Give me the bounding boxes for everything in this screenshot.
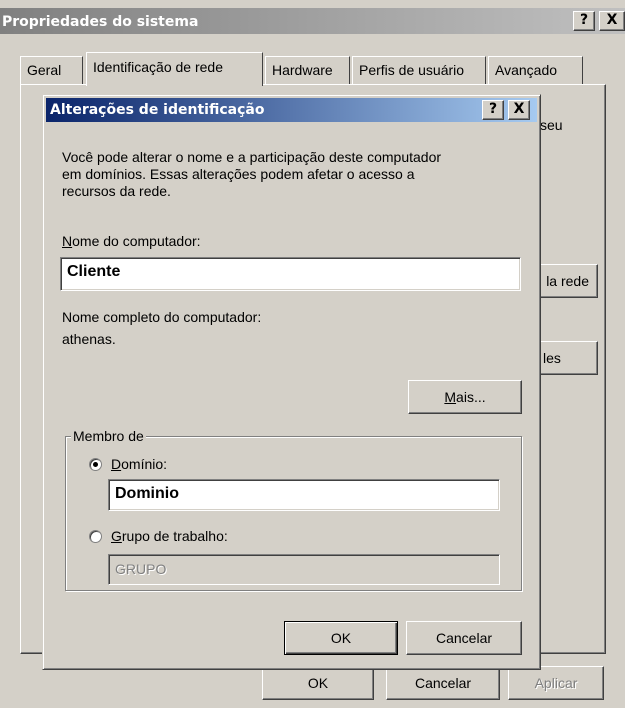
full-name-label: Nome completo do computador: [62, 309, 262, 325]
dialog-ok-label: OK [330, 630, 352, 646]
window-ok-label: OK [307, 675, 329, 691]
computer-name-input[interactable]: Cliente [60, 257, 521, 291]
workgroup-label: Grupo de trabalho: [111, 528, 228, 545]
computer-name-label-text: ome do computador: [72, 233, 201, 249]
domain-label-text: omínio: [121, 456, 168, 472]
properties-button-label: les [543, 350, 561, 366]
description-line-3: recursos da rede. [62, 183, 171, 199]
tab-avancado[interactable]: Avançado [488, 56, 583, 84]
dialog-cancel-button[interactable]: Cancelar [406, 621, 522, 655]
more-button[interactable]: Mais... [408, 380, 522, 414]
tab-hardware[interactable]: Hardware [265, 56, 350, 84]
dialog-help-button[interactable]: ? [482, 100, 504, 120]
window-ok-button[interactable]: OK [262, 666, 374, 700]
full-name-value: athenas. [62, 331, 116, 347]
more-button-label: ais... [456, 389, 486, 405]
more-button-accesskey: M [444, 389, 457, 405]
window-apply-label: Aplicar [534, 675, 578, 691]
window-cancel-label: Cancelar [414, 675, 472, 691]
window-help-button[interactable]: ? [573, 11, 595, 31]
workgroup-accesskey: G [111, 528, 122, 544]
tab-identificacao-de-rede[interactable]: Identificação de rede [86, 52, 263, 86]
domain-input[interactable]: Dominio [108, 479, 500, 511]
domain-radio-dot [93, 462, 98, 467]
window-title: Propriedades do sistema [2, 14, 199, 30]
dialog-title: Alterações de identificação [50, 102, 265, 118]
window-close-button[interactable]: X [599, 11, 625, 31]
workgroup-radio[interactable] [89, 530, 102, 543]
workgroup-input[interactable]: GRUPO [108, 554, 500, 585]
background-text-partial: seu [540, 117, 563, 133]
dialog-cancel-label: Cancelar [435, 630, 493, 646]
domain-radio[interactable] [89, 458, 102, 471]
domain-accesskey: D [111, 456, 122, 472]
tab-perfis-de-usuario[interactable]: Perfis de usuário [352, 56, 486, 84]
dialog-titlebar: Alterações de identificação ? X [46, 98, 537, 122]
domain-label: Domínio: [111, 456, 167, 473]
window-apply-button[interactable]: Aplicar [508, 666, 604, 700]
computer-name-accesskey: N [62, 233, 73, 249]
dialog-ok-button[interactable]: OK [284, 621, 398, 655]
tab-geral[interactable]: Geral [20, 56, 83, 84]
identification-changes-dialog: Alterações de identificação ? X Você pod… [42, 94, 541, 670]
member-of-label: Membro de [71, 428, 146, 444]
description-line-2: em domínios. Essas alterações podem afet… [62, 166, 415, 182]
workgroup-label-text: rupo de trabalho: [121, 528, 228, 544]
computer-name-label: Nome do computador: [62, 233, 201, 250]
network-id-button-label: la rede [546, 273, 589, 289]
dialog-close-button[interactable]: X [508, 100, 530, 120]
description-line-1: Você pode alterar o nome e a participaçã… [62, 149, 442, 165]
window-cancel-button[interactable]: Cancelar [386, 666, 500, 700]
